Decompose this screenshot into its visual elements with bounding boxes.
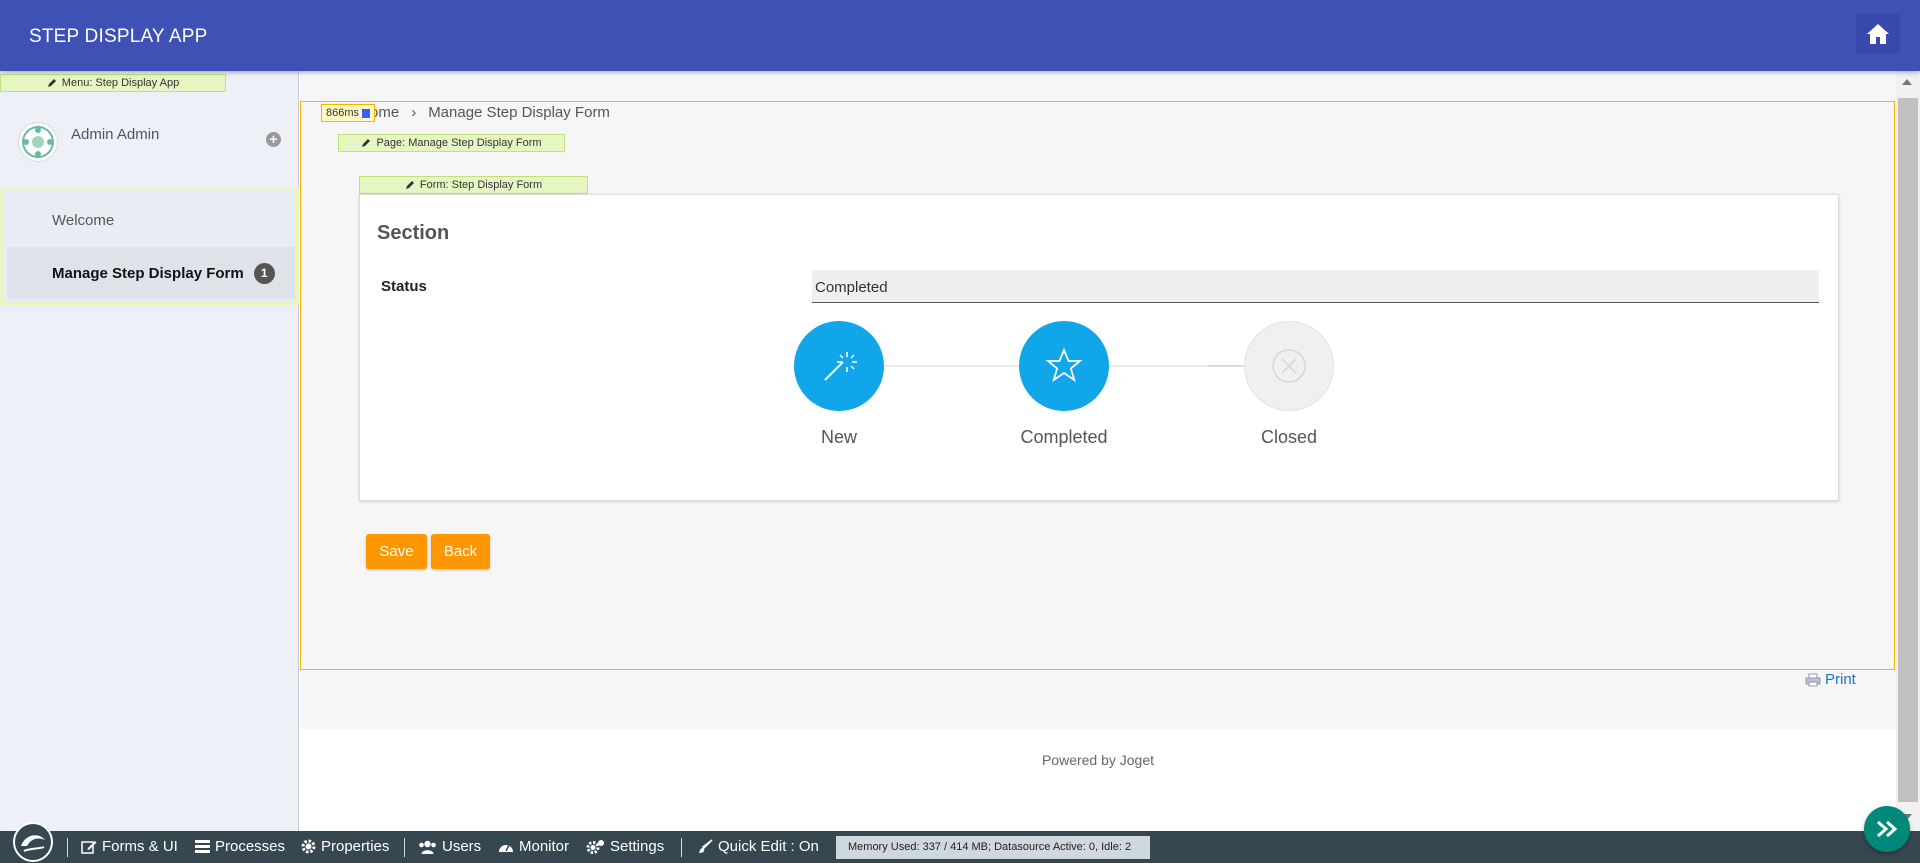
star-icon [1045, 347, 1083, 383]
page-tag-label: Page: Manage Step Display Form [376, 137, 542, 149]
printer-icon [1805, 673, 1821, 686]
step-circle [794, 321, 884, 411]
step-label: Closed [1260, 427, 1318, 447]
separator [67, 838, 68, 857]
step-closed: Closed [1229, 321, 1349, 448]
step-circle [1019, 321, 1109, 411]
list-icon [195, 840, 210, 853]
pencil-icon [362, 139, 371, 147]
edit-icon [81, 841, 97, 854]
admin-label: Properties [321, 838, 390, 855]
sidebar: Menu: Step Display App Admin Admin + Wel… [0, 71, 299, 831]
admin-quick-edit-toggle[interactable]: Quick Edit : On [698, 838, 819, 855]
admin-bar: Forms & UI Processes Properties Users Mo… [0, 822, 1920, 863]
separator [404, 838, 405, 857]
joget-swirl-icon [21, 835, 45, 852]
step-completed: Completed [1004, 321, 1124, 448]
admin-label: Users [442, 838, 482, 855]
back-button[interactable]: Back [431, 534, 490, 569]
step-label: New [820, 427, 857, 447]
avatar [18, 122, 58, 162]
admin-processes[interactable]: Processes [195, 838, 285, 855]
print-link[interactable]: Print [1805, 671, 1856, 688]
timing-value: 866ms [326, 107, 360, 119]
form-card: Section Status Completed New Completed C… [359, 194, 1839, 501]
admin-users[interactable]: Users [418, 838, 481, 855]
quick-edit-menu-tag[interactable]: Menu: Step Display App [0, 74, 226, 92]
scrollbar[interactable] [1896, 71, 1920, 831]
count-badge: 1 [253, 262, 275, 284]
sidebar-item-label: Manage Step Display Form [52, 264, 244, 282]
app-header: STEP DISPLAY APP [0, 0, 1920, 71]
home-icon [1867, 24, 1889, 44]
copy-icon[interactable] [362, 108, 371, 118]
sidebar-item-label: Welcome [52, 211, 115, 229]
breadcrumb-current: Manage Step Display Form [428, 104, 610, 121]
home-button[interactable] [1856, 14, 1900, 54]
timing-badge: 866ms [321, 104, 376, 122]
step-circle [1244, 321, 1334, 411]
menu-tag-label: Menu: Step Display App [61, 77, 180, 89]
footer: Powered by Joget [300, 729, 1896, 831]
section-title: Section [377, 222, 450, 244]
sidebar-item-manage-step-display-form[interactable]: Manage Step Display Form 1 [7, 247, 295, 299]
expand-user-icon[interactable]: + [266, 132, 281, 147]
expand-admin-bar-button[interactable] [1864, 806, 1910, 852]
admin-label: Monitor [519, 838, 570, 855]
form-tag-label: Form: Step Display Form [419, 179, 543, 191]
powered-by: Powered by Joget [1041, 752, 1155, 768]
breadcrumb: ome › Manage Step Display Form [370, 104, 610, 121]
quick-edit-form-tag[interactable]: Form: Step Display Form [359, 176, 588, 194]
admin-label: Forms & UI [102, 838, 178, 855]
pencil-icon [47, 79, 56, 87]
magic-wand-icon [824, 352, 857, 381]
status-field: Completed [812, 270, 1819, 303]
users-icon [419, 840, 436, 854]
admin-label: Settings [610, 838, 665, 855]
brush-icon [699, 839, 713, 853]
memory-status: Memory Used: 337 / 414 MB; Datasource Ac… [836, 836, 1150, 859]
admin-forms-ui[interactable]: Forms & UI [81, 838, 178, 855]
admin-label: Processes [215, 838, 286, 855]
scroll-thumb[interactable] [1898, 98, 1918, 802]
avatar-pattern-icon [22, 126, 54, 158]
dashboard-icon [499, 844, 513, 852]
gear-icon [301, 839, 316, 854]
step-new: New [779, 321, 899, 448]
pencil-icon [405, 181, 414, 189]
menu-list: Welcome Manage Step Display Form 1 [0, 187, 299, 305]
admin-label: Quick Edit : On [718, 838, 819, 855]
scroll-up-arrow-icon[interactable] [1902, 79, 1912, 85]
joget-logo-icon[interactable] [13, 822, 53, 862]
app-title[interactable]: STEP DISPLAY APP [29, 26, 208, 48]
user-name[interactable]: Admin Admin [71, 126, 159, 143]
admin-monitor[interactable]: Monitor [498, 838, 569, 855]
chevron-right-icon: › [411, 104, 417, 121]
print-label: Print [1825, 671, 1856, 688]
status-label: Status [381, 278, 427, 295]
close-circle-icon [1272, 349, 1306, 383]
admin-properties[interactable]: Properties [301, 838, 389, 855]
quick-edit-page-tag[interactable]: Page: Manage Step Display Form [338, 134, 565, 152]
separator [681, 838, 682, 857]
gears-icon [586, 840, 604, 854]
save-button[interactable]: Save [366, 534, 427, 569]
admin-settings[interactable]: Settings [586, 838, 664, 855]
double-chevron-right-icon [1877, 820, 1898, 838]
step-label: Completed [1020, 427, 1108, 447]
sidebar-item-welcome[interactable]: Welcome [7, 194, 295, 246]
